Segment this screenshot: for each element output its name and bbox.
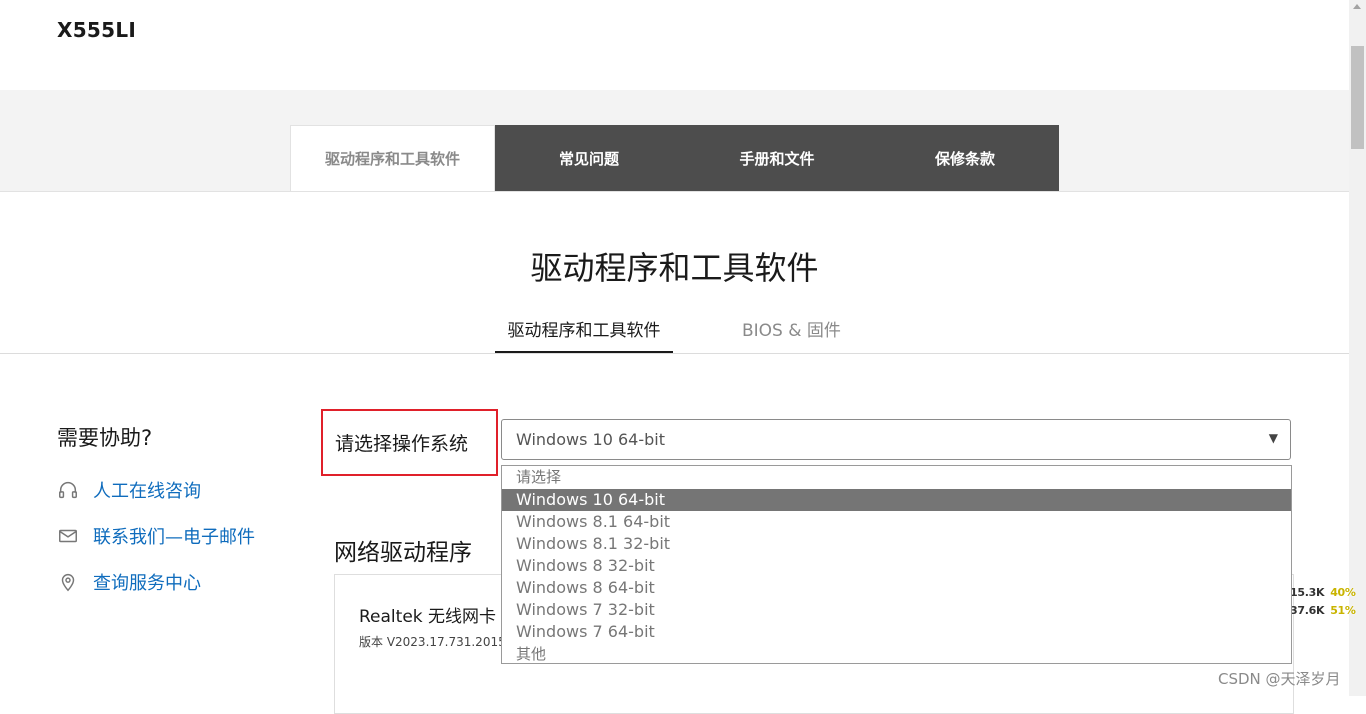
help-title: 需要协助? — [57, 426, 153, 450]
os-option[interactable]: Windows 7 32-bit — [502, 599, 1291, 621]
network-drivers-title: 网络驱动程序 — [334, 540, 472, 566]
tab-warranty[interactable]: 保修条款 — [871, 125, 1059, 191]
help-link-live-chat[interactable]: 人工在线咨询 — [57, 477, 201, 503]
os-option[interactable]: Windows 8 32-bit — [502, 555, 1291, 577]
tab-drivers-tools[interactable]: 驱动程序和工具软件 — [290, 125, 495, 191]
help-link-service-center[interactable]: 查询服务中心 — [57, 569, 201, 595]
os-option[interactable]: Windows 7 64-bit — [502, 621, 1291, 643]
product-model-title: X555LI — [57, 18, 137, 42]
os-option[interactable]: Windows 10 64-bit — [502, 489, 1291, 511]
os-options-list: 请选择 Windows 10 64-bit Windows 8.1 64-bit… — [501, 465, 1292, 664]
help-link-label: 联系我们—电子邮件 — [93, 527, 255, 548]
scroll-up-arrow-icon[interactable] — [1353, 4, 1361, 9]
section-title: 驱动程序和工具软件 — [530, 249, 819, 287]
os-option[interactable]: Windows 8.1 32-bit — [502, 533, 1291, 555]
driver-version: 版本 V2023.17.731.2015 — [359, 635, 506, 649]
watermark: CSDN @天泽岁月 — [1218, 670, 1341, 688]
envelope-icon — [59, 529, 77, 543]
upload-percent: 40% — [1330, 586, 1356, 599]
os-option-other[interactable]: 其他 — [502, 643, 1291, 666]
help-link-label: 查询服务中心 — [93, 573, 201, 594]
os-select-label: 请选择操作系统 — [321, 409, 498, 476]
os-option[interactable]: Windows 8 64-bit — [502, 577, 1291, 599]
os-option-placeholder[interactable]: 请选择 — [502, 466, 1291, 489]
scroll-thumb[interactable] — [1351, 46, 1364, 149]
help-link-email[interactable]: 联系我们—电子邮件 — [57, 523, 255, 549]
chevron-down-icon: ▼ — [1268, 431, 1278, 445]
os-select-value: Windows 10 64-bit — [516, 430, 665, 449]
os-option[interactable]: Windows 8.1 64-bit — [502, 511, 1291, 533]
driver-name[interactable]: Realtek 无线网卡 — [359, 602, 496, 627]
headset-icon — [59, 482, 77, 499]
subtab-bios-firmware[interactable]: BIOS & 固件 — [742, 316, 841, 351]
download-percent: 51% — [1330, 604, 1356, 617]
product-tabs: 驱动程序和工具软件 常见问题 手册和文件 保修条款 — [290, 125, 1059, 191]
subtab-drivers-tools[interactable]: 驱动程序和工具软件 — [495, 316, 673, 353]
help-link-label: 人工在线咨询 — [93, 481, 201, 502]
os-select-dropdown[interactable]: Windows 10 64-bit ▼ — [501, 419, 1291, 460]
tab-faq[interactable]: 常见问题 — [495, 125, 683, 191]
location-pin-icon — [61, 574, 75, 592]
tab-manuals[interactable]: 手册和文件 — [683, 125, 871, 191]
sub-tabs: 驱动程序和工具软件 BIOS & 固件 — [0, 316, 1349, 354]
